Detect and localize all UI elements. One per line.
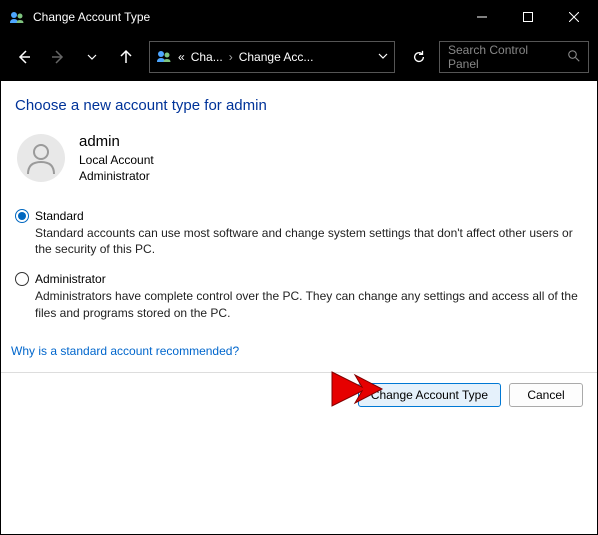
search-input[interactable]: Search Control Panel	[439, 41, 589, 73]
minimize-button[interactable]	[459, 1, 505, 33]
button-row: Change Account Type Cancel	[1, 373, 597, 417]
content-area: Choose a new account type for admin admi…	[1, 81, 597, 373]
option-standard[interactable]: Standard Standard accounts can use most …	[15, 209, 583, 259]
chevron-down-icon[interactable]	[378, 50, 388, 64]
back-button[interactable]	[9, 42, 39, 72]
option-standard-label: Standard	[35, 209, 84, 223]
breadcrumb[interactable]: « Cha... › Change Acc...	[149, 41, 395, 73]
breadcrumb-icon	[156, 48, 172, 67]
search-placeholder: Search Control Panel	[448, 43, 562, 71]
refresh-button[interactable]	[403, 41, 435, 73]
breadcrumb-prefix: «	[178, 50, 185, 64]
address-bar: « Cha... › Change Acc... Search Control …	[1, 33, 597, 81]
user-name: admin	[79, 132, 154, 152]
user-role: Administrator	[79, 168, 154, 184]
radio-admin[interactable]	[15, 272, 29, 286]
option-admin-label: Administrator	[35, 272, 106, 286]
page-title: Choose a new account type for admin	[15, 97, 583, 114]
up-button[interactable]	[111, 42, 141, 72]
titlebar: Change Account Type	[1, 1, 597, 33]
window-controls	[459, 1, 597, 33]
user-block: admin Local Account Administrator	[17, 132, 583, 185]
change-account-type-button[interactable]: Change Account Type	[358, 383, 501, 407]
breadcrumb-item-1[interactable]: Cha...	[191, 50, 223, 64]
avatar	[17, 134, 65, 182]
radio-standard[interactable]	[15, 209, 29, 223]
user-type: Local Account	[79, 152, 154, 168]
option-standard-desc: Standard accounts can use most software …	[35, 225, 583, 259]
help-link[interactable]: Why is a standard account recommended?	[11, 344, 239, 358]
cancel-button[interactable]: Cancel	[509, 383, 583, 407]
option-admin[interactable]: Administrator Administrators have comple…	[15, 272, 583, 322]
chevron-right-icon: ›	[229, 50, 233, 64]
window-title: Change Account Type	[33, 10, 459, 24]
forward-button[interactable]	[43, 42, 73, 72]
maximize-button[interactable]	[505, 1, 551, 33]
user-info: admin Local Account Administrator	[79, 132, 154, 185]
option-admin-desc: Administrators have complete control ove…	[35, 288, 583, 322]
search-icon	[568, 50, 580, 65]
breadcrumb-item-2[interactable]: Change Acc...	[239, 50, 314, 64]
recent-dropdown[interactable]	[77, 42, 107, 72]
close-button[interactable]	[551, 1, 597, 33]
app-icon	[9, 9, 25, 25]
